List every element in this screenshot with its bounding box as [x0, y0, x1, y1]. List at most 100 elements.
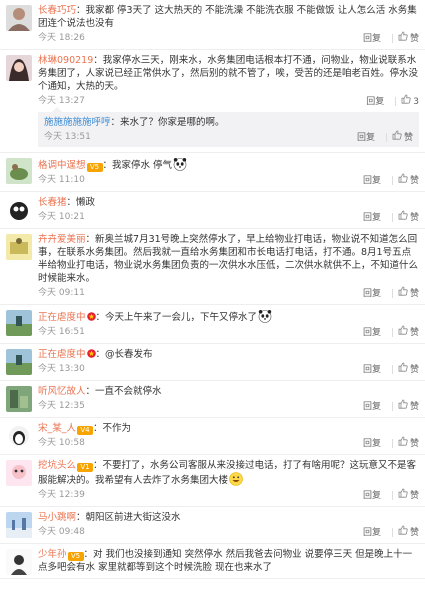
comment-username[interactable]: 卉卉爱美丽	[38, 234, 86, 245]
user-avatar[interactable]	[6, 310, 32, 336]
reply-button[interactable]: 回复	[363, 287, 381, 301]
comment-body: 少年孙 V5 ：对 我们也没接到通知 突然停水 然后我爸去问物业 说要停三天 但是晚…	[38, 548, 419, 574]
reply-text: 来水了？你家是哪的啊。	[120, 117, 225, 128]
colon: ：	[95, 349, 106, 360]
vip-level-badge: V5	[67, 552, 84, 561]
colon: ：	[85, 386, 96, 397]
like-button[interactable]: 赞	[398, 286, 419, 301]
user-avatar[interactable]	[6, 234, 32, 260]
thumb-up-icon	[398, 31, 408, 41]
like-button[interactable]: 赞	[398, 362, 419, 377]
colon: ：	[66, 197, 77, 208]
reply-button[interactable]: 回复	[363, 526, 381, 540]
comment-actions: 回复 赞	[363, 362, 419, 377]
comment-actions: 回复 赞	[357, 130, 413, 145]
comment-username[interactable]: 听风忆故人	[38, 386, 86, 397]
comment-username[interactable]: 正在虐度中	[38, 312, 86, 323]
comment-actions: 回复 赞	[363, 173, 419, 188]
user-avatar[interactable]	[6, 5, 32, 31]
user-avatar[interactable]	[6, 460, 32, 486]
user-avatar[interactable]	[6, 349, 32, 375]
like-button[interactable]: 赞	[398, 173, 419, 188]
reply-button[interactable]: 回复	[363, 211, 381, 225]
comment-username[interactable]: 长春巧巧	[38, 5, 76, 16]
comment-time: 今天 09:11	[38, 288, 85, 298]
comment-username[interactable]: 马小跳啊	[38, 512, 76, 523]
comment-body: 卉卉爱美丽：新奥兰城7月31号晚上突然停水了，早上给物业打电话，物业说不知道怎么…	[38, 233, 419, 285]
comment-meta: 今天 13:51 回复 赞	[44, 130, 413, 144]
reply-button[interactable]: 回复	[363, 32, 381, 46]
reply-button[interactable]: 回复	[363, 400, 381, 414]
comment-actions: 回复 赞	[363, 210, 419, 225]
comment-username[interactable]: 挖坑头么	[38, 460, 76, 471]
action-divider	[391, 328, 393, 337]
colon: ：	[85, 234, 96, 245]
comment-text: 懒政	[76, 197, 96, 208]
colon: ：	[95, 312, 106, 323]
reply-button[interactable]: 回复	[366, 95, 384, 109]
user-avatar[interactable]	[6, 158, 32, 184]
user-avatar[interactable]	[6, 386, 32, 412]
comment-time: 今天 12:39	[38, 490, 85, 500]
action-divider	[391, 528, 393, 537]
comment-username[interactable]: 正在虐度中	[38, 349, 86, 360]
reply-button[interactable]: 回复	[363, 489, 381, 503]
like-button[interactable]: 赞	[398, 325, 419, 340]
like-label: 赞	[409, 175, 419, 186]
reply-button[interactable]: 回复	[363, 326, 381, 340]
thumb-up-icon	[398, 286, 408, 296]
like-button[interactable]: 赞	[398, 31, 419, 46]
thumb-up-icon	[398, 399, 408, 409]
comment-username[interactable]: 林琳090219	[38, 55, 93, 66]
like-button[interactable]: 3	[401, 94, 419, 109]
like-label: 赞	[409, 327, 419, 338]
reply-username[interactable]: 施施施施施呼哼	[44, 117, 111, 128]
action-divider	[385, 133, 387, 142]
like-count: 3	[413, 96, 419, 107]
like-button[interactable]: 赞	[392, 130, 413, 145]
user-avatar[interactable]	[6, 55, 32, 81]
reply-button[interactable]: 回复	[363, 174, 381, 188]
comment-username[interactable]: 格调中逞想	[38, 160, 86, 171]
comment-actions: 回复 3	[366, 94, 419, 109]
action-divider	[391, 176, 393, 185]
comment-actions: 回复 赞	[363, 31, 419, 46]
comment-meta: 今天 13:30 回复 赞	[38, 362, 419, 376]
colon: ：	[76, 5, 86, 16]
comment-item: 格调中逞想 V5 ：我家停水 停气 今天 11:10 回复 赞	[0, 153, 425, 192]
comment-item: 长春猪：懒政 今天 10:21 回复 赞	[0, 192, 425, 229]
thumb-up-icon	[401, 94, 411, 104]
like-button[interactable]: 赞	[398, 210, 419, 225]
comment-username[interactable]: 长春猪	[38, 197, 67, 208]
comment-time: 今天 11:10	[38, 175, 85, 185]
verified-badge-icon	[86, 312, 96, 321]
comment-body: 正在虐度中 ：@长春发布	[38, 348, 419, 361]
like-button[interactable]: 赞	[398, 399, 419, 414]
like-label: 赞	[403, 132, 413, 143]
comment-actions: 回复 赞	[363, 436, 419, 451]
action-divider	[391, 491, 393, 500]
like-button[interactable]: 赞	[398, 525, 419, 540]
user-avatar[interactable]	[6, 197, 32, 223]
user-avatar[interactable]	[6, 512, 32, 538]
colon: ：	[83, 549, 94, 560]
comment-username[interactable]: 宋_某_人	[38, 423, 76, 434]
comment-text: 不作为	[102, 423, 132, 434]
comment-text: 我家都 停3天了 这大热天的 不能洗澡 不能洗衣服 不能做饭 让人怎么活 水务集…	[38, 5, 417, 29]
comment-time: 今天 16:51	[38, 327, 85, 337]
like-label: 赞	[409, 401, 419, 412]
like-button[interactable]: 赞	[398, 488, 419, 503]
user-avatar[interactable]	[6, 423, 32, 449]
reply-button[interactable]: 回复	[363, 363, 381, 377]
like-button[interactable]: 赞	[398, 436, 419, 451]
user-avatar[interactable]	[6, 549, 32, 575]
reply-button[interactable]: 回复	[357, 131, 375, 145]
comment-text: 对 我们也没接到通知 突然停水 然后我爸去问物业 说要停三天 但是晚上十一点多吧…	[38, 549, 413, 573]
comment-username[interactable]: 少年孙	[38, 549, 67, 560]
comment-item: 林琳090219：我家停水三天，刚来水，水务集团电话根本打不通，问物业，物业说联…	[0, 50, 425, 153]
panda-emoji-icon	[258, 310, 272, 323]
comment-meta: 今天 09:48 回复 赞	[38, 525, 419, 539]
comment-body: 长春巧巧：我家都 停3天了 这大热天的 不能洗澡 不能洗衣服 不能做饭 让人怎么…	[38, 4, 419, 30]
comment-time: 今天 10:58	[38, 438, 85, 448]
reply-button[interactable]: 回复	[363, 437, 381, 451]
